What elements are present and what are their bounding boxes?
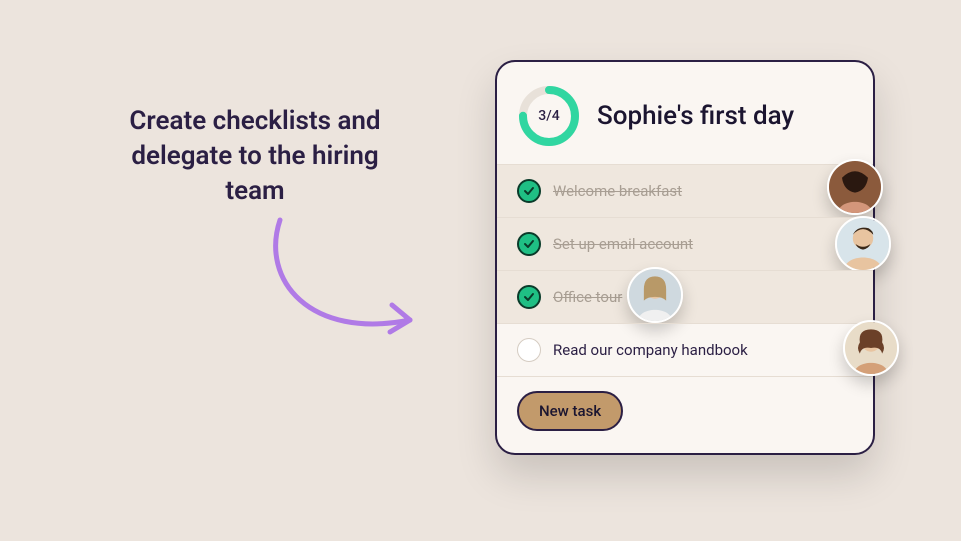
task-label: Set up email account <box>553 235 693 253</box>
assignee-avatar[interactable] <box>827 159 883 215</box>
progress-label: 3/4 <box>517 84 581 148</box>
progress-ring: 3/4 <box>517 84 581 148</box>
task-row[interactable]: Office tour <box>497 270 873 323</box>
task-label: Welcome breakfast <box>553 182 682 200</box>
checkbox-unchecked-icon[interactable] <box>517 338 541 362</box>
card-footer: New task <box>497 376 873 435</box>
task-row[interactable]: Set up email account <box>497 217 873 270</box>
task-list: Welcome breakfast Set up email account O… <box>497 164 873 376</box>
new-task-button[interactable]: New task <box>517 391 623 431</box>
checklist-title: Sophie's first day <box>597 101 794 131</box>
checkbox-checked-icon[interactable] <box>517 285 541 309</box>
checklist-card: 3/4 Sophie's first day Welcome breakfast… <box>495 60 875 455</box>
card-header: 3/4 Sophie's first day <box>497 80 873 164</box>
checkbox-checked-icon[interactable] <box>517 179 541 203</box>
marketing-headline: Create checklists and delegate to the hi… <box>100 104 410 209</box>
assignee-avatar[interactable] <box>627 267 683 323</box>
task-label: Read our company handbook <box>553 341 748 359</box>
assignee-avatar[interactable] <box>835 216 891 272</box>
arrow-illustration <box>250 210 440 370</box>
task-row[interactable]: Read our company handbook <box>497 323 873 376</box>
task-label: Office tour <box>553 288 622 306</box>
assignee-avatar[interactable] <box>843 320 899 376</box>
task-row[interactable]: Welcome breakfast <box>497 164 873 217</box>
checkbox-checked-icon[interactable] <box>517 232 541 256</box>
